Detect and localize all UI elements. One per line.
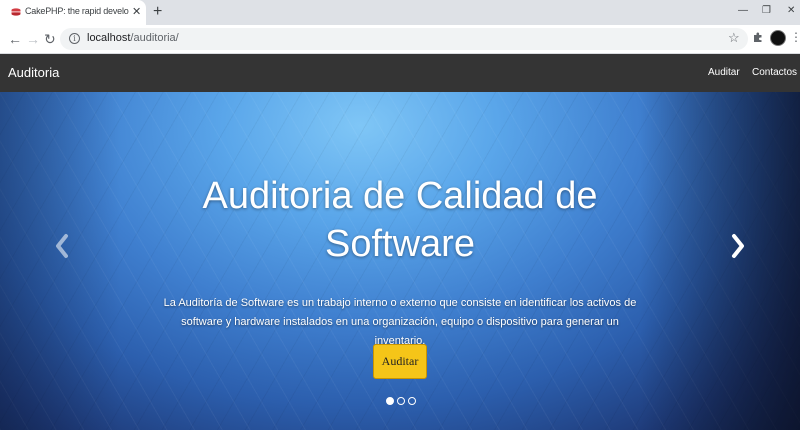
star-icon[interactable]: ☆ [728,30,740,46]
forward-icon[interactable]: → [26,30,40,48]
hero-shade-right [640,92,800,430]
nav-link-auditar[interactable]: Auditar [708,67,740,78]
browser-toolbar: ← → ↻ i localhost/auditoria/ ☆ ⋮ [0,25,800,54]
tab-close-icon[interactable]: ✕ [132,5,141,19]
new-tab-button[interactable]: + [153,3,162,21]
carousel-next-icon[interactable] [731,233,745,259]
nav-link-contactos[interactable]: Contactos [752,67,797,78]
back-icon[interactable]: ← [8,30,22,48]
carousel-indicator-1[interactable] [386,397,394,405]
site-navbar: Auditoria Auditar Contactos [0,54,800,92]
carousel-indicators [386,397,416,405]
restore-icon[interactable]: ❐ [762,4,771,18]
tab-title: CakePHP: the rapid development [25,6,129,16]
hero-carousel: Auditoria de Calidad de Software La Audi… [0,92,800,430]
carousel-indicator-2[interactable] [397,397,405,405]
minimize-icon[interactable]: — [738,4,748,18]
url-path: /auditoria/ [130,32,179,44]
auditar-button[interactable]: Auditar [373,344,427,379]
address-bar[interactable]: i localhost/auditoria/ ☆ [60,28,748,50]
reload-icon[interactable]: ↻ [44,30,56,48]
hero-title: Auditoria de Calidad de Software [202,175,598,265]
browser-tab-strip: CakePHP: the rapid development ✕ + — ❐ ✕ [0,0,800,25]
site-brand[interactable]: Auditoria [8,65,59,80]
window-close-icon[interactable]: ✕ [787,4,795,18]
url-host: localhost [87,32,131,44]
cakephp-favicon-icon [11,8,21,16]
extensions-icon[interactable] [752,31,764,43]
menu-icon[interactable]: ⋮ [790,29,800,45]
carousel-prev-icon[interactable] [55,233,69,259]
browser-tab[interactable]: CakePHP: the rapid development ✕ [0,0,146,25]
carousel-indicator-3[interactable] [408,397,416,405]
info-icon[interactable]: i [69,33,80,44]
hero-description: La Auditoría de Software es un trabajo i… [163,297,637,347]
profile-avatar[interactable] [770,30,786,46]
hero-shade-left [0,92,120,430]
url-text[interactable]: localhost/auditoria/ [87,32,179,44]
